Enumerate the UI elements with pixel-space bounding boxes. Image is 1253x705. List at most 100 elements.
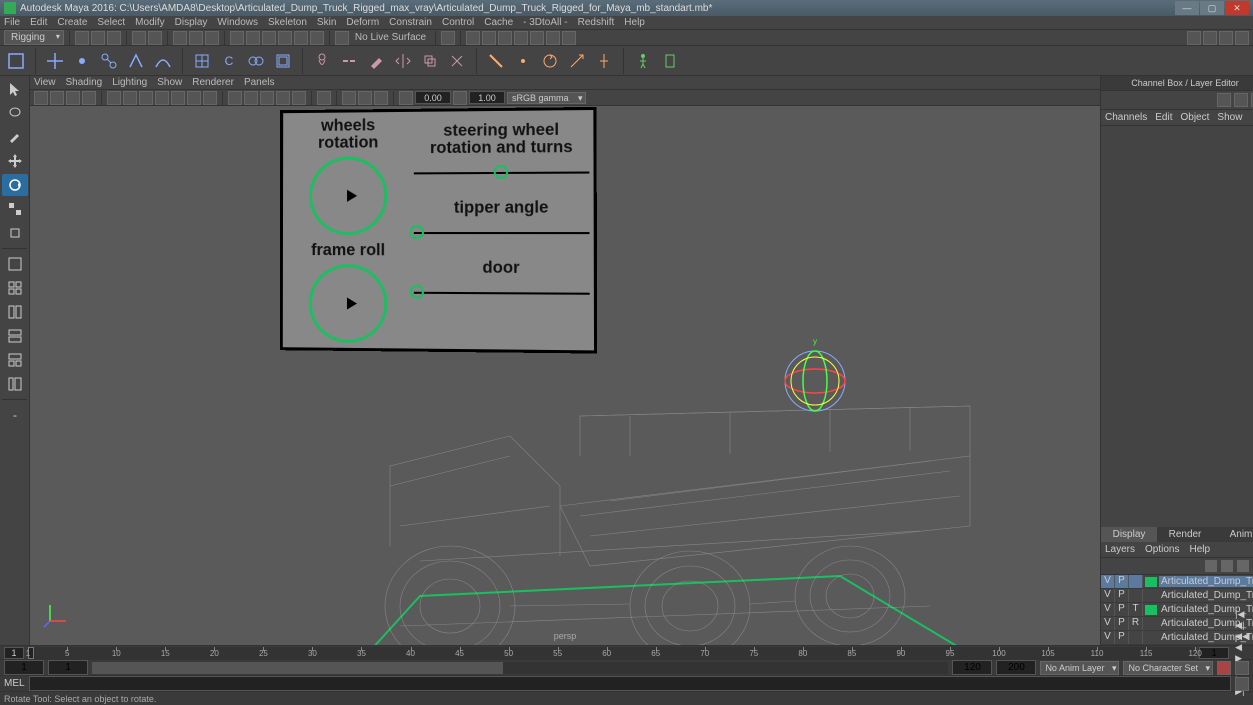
toggle-channelbox-button[interactable]	[1219, 31, 1233, 45]
layer-name[interactable]: Articulated_Dump_Tru...	[1159, 576, 1253, 587]
shadows-button[interactable]	[292, 91, 306, 105]
layer-playback-toggle[interactable]: P	[1115, 617, 1129, 630]
gate-mask-button[interactable]	[155, 91, 169, 105]
shelf-ik-spline[interactable]	[151, 49, 175, 73]
live-surface-button[interactable]	[335, 31, 349, 45]
layer-color-swatch[interactable]	[1145, 619, 1157, 629]
rig-wheels-dial[interactable]	[309, 156, 388, 235]
layer-new-empty-icon[interactable]	[1237, 560, 1249, 572]
safe-action-button[interactable]	[187, 91, 201, 105]
xray-button[interactable]	[342, 91, 356, 105]
panel-menu-show[interactable]: Show	[157, 77, 182, 88]
menu-deform[interactable]: Deform	[346, 17, 379, 28]
layout-outliner-persp[interactable]	[2, 373, 28, 395]
current-frame-field[interactable]	[1199, 647, 1229, 659]
snap-point-button[interactable]	[262, 31, 276, 45]
select-camera-button[interactable]	[34, 91, 48, 105]
light-editor-button[interactable]	[562, 31, 576, 45]
shelf-quick-rig[interactable]	[658, 49, 682, 73]
shelf-pole-vector[interactable]	[592, 49, 616, 73]
shelf-joint-tool[interactable]	[97, 49, 121, 73]
film-gate-button[interactable]	[123, 91, 137, 105]
prefs-button[interactable]	[1235, 661, 1249, 675]
menu-create[interactable]: Create	[57, 17, 87, 28]
lock-camera-button[interactable]	[50, 91, 64, 105]
menu-skin[interactable]: Skin	[317, 17, 336, 28]
character-set-dropdown[interactable]: No Character Set	[1123, 661, 1213, 675]
layer-color-swatch[interactable]	[1145, 577, 1157, 587]
gamma-field[interactable]	[469, 91, 505, 104]
cb-menu-object[interactable]: Object	[1181, 112, 1210, 123]
script-editor-button[interactable]	[1235, 677, 1249, 691]
close-button[interactable]: ✕	[1225, 1, 1249, 15]
construction-history-button[interactable]	[441, 31, 455, 45]
layer-type-toggle[interactable]	[1129, 631, 1143, 644]
step-back-key-button[interactable]: ◀|	[1235, 620, 1249, 631]
shelf-wrap[interactable]	[271, 49, 295, 73]
last-tool[interactable]	[2, 222, 28, 244]
layer-playback-toggle[interactable]: P	[1115, 575, 1129, 588]
anim-end-field[interactable]	[996, 660, 1036, 675]
select-by-component-button[interactable]	[205, 31, 219, 45]
rig-frame-dial[interactable]	[309, 264, 388, 343]
menu-3dtoall[interactable]: - 3DtoAll -	[523, 17, 567, 28]
cb-menu-show[interactable]: Show	[1217, 112, 1242, 123]
safe-title-button[interactable]	[203, 91, 217, 105]
layer-tab-anim[interactable]: Anim	[1213, 527, 1253, 542]
layer-color-swatch[interactable]	[1145, 605, 1157, 615]
range-slider-track[interactable]	[92, 662, 948, 674]
rig-door-slider[interactable]	[414, 292, 590, 295]
shelf-point-constraint[interactable]	[511, 49, 535, 73]
layer-playback-toggle[interactable]: P	[1115, 589, 1129, 602]
use-lights-button[interactable]	[276, 91, 290, 105]
panel-menu-renderer[interactable]: Renderer	[192, 77, 234, 88]
undo-button[interactable]	[132, 31, 146, 45]
xray-components-button[interactable]	[374, 91, 388, 105]
hypershade-button[interactable]	[530, 31, 544, 45]
shelf-tab-toggle[interactable]	[4, 49, 28, 73]
menu-display[interactable]: Display	[175, 17, 208, 28]
layer-row[interactable]: VPArticulated_Dump_Tru...	[1101, 631, 1253, 645]
render-view-button[interactable]	[514, 31, 528, 45]
layout-two-stacked[interactable]	[2, 325, 28, 347]
layer-menu-layers[interactable]: Layers	[1105, 544, 1135, 555]
select-by-hierarchy-button[interactable]	[173, 31, 187, 45]
resolution-gate-button[interactable]	[139, 91, 153, 105]
cb-menu-edit[interactable]: Edit	[1155, 112, 1172, 123]
panel-menu-shading[interactable]: Shading	[66, 77, 103, 88]
paint-select-tool[interactable]	[2, 126, 28, 148]
shelf-mirror-weights[interactable]	[391, 49, 415, 73]
layer-move-up-icon[interactable]	[1205, 560, 1217, 572]
menu-select[interactable]: Select	[97, 17, 125, 28]
shelf-detach-skin[interactable]	[337, 49, 361, 73]
snap-curve-button[interactable]	[246, 31, 260, 45]
select-by-object-button[interactable]	[189, 31, 203, 45]
open-scene-button[interactable]	[91, 31, 105, 45]
ipr-render-button[interactable]	[482, 31, 496, 45]
command-lang-label[interactable]: MEL	[4, 678, 25, 689]
minimize-button[interactable]: —	[1175, 1, 1199, 15]
select-tool[interactable]	[2, 78, 28, 100]
layer-tab-render[interactable]: Render	[1157, 527, 1213, 542]
range-slider-range[interactable]	[92, 662, 503, 674]
menu-edit[interactable]: Edit	[30, 17, 47, 28]
panel-menu-panels[interactable]: Panels	[244, 77, 275, 88]
play-start-button[interactable]: |◀	[1235, 609, 1249, 620]
play-back-button[interactable]: ◀	[1235, 642, 1249, 653]
time-slider-track[interactable]: 1510152025303540455055606570758085909510…	[28, 647, 1195, 659]
shelf-smooth-bind[interactable]	[310, 49, 334, 73]
layout-four[interactable]	[2, 277, 28, 299]
shelf-parent-constraint[interactable]	[484, 49, 508, 73]
exposure-field[interactable]	[415, 91, 451, 104]
render-frame-button[interactable]	[466, 31, 480, 45]
range-end-field[interactable]	[952, 660, 992, 675]
new-scene-button[interactable]	[75, 31, 89, 45]
smooth-shade-button[interactable]	[244, 91, 258, 105]
shelf-hik-character[interactable]	[631, 49, 655, 73]
isolate-select-button[interactable]	[317, 91, 331, 105]
shelf-copy-weights[interactable]	[418, 49, 442, 73]
colorspace-dropdown[interactable]: sRGB gamma	[507, 92, 586, 104]
layer-row[interactable]: VPTArticulated_Dump_Tru...	[1101, 603, 1253, 617]
menu-constrain[interactable]: Constrain	[389, 17, 432, 28]
rotate-manipulator[interactable]: y	[770, 336, 860, 426]
